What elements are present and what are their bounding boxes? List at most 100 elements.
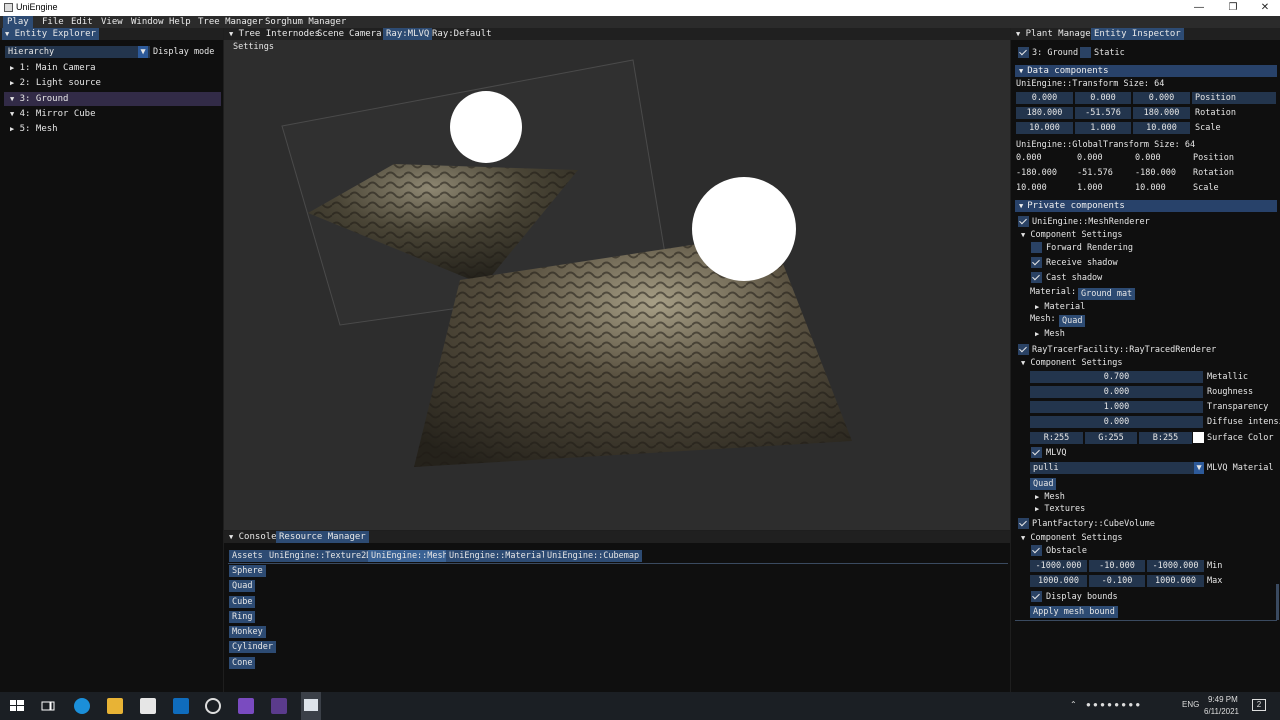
transform-position-x[interactable]: 0.000 [1016,92,1073,104]
transform-scale-x[interactable]: 10.000 [1016,122,1073,134]
bounds-max-z[interactable]: 1000.000 [1147,575,1204,587]
menu-window[interactable]: Window [127,16,168,28]
asset-ring[interactable]: Ring [229,611,256,623]
entity-enabled-checkbox[interactable] [1018,47,1029,58]
hierarchy-item-main-camera[interactable]: ▶ 1: Main Camera [0,61,221,75]
subtab-assets[interactable]: Assets [229,550,266,562]
bounds-max-y[interactable]: -0.100 [1089,575,1145,587]
app-window-icon[interactable] [271,698,287,714]
task-view-icon[interactable] [40,698,56,714]
cube-volume-enabled-checkbox[interactable] [1018,518,1029,529]
data-components-header[interactable]: ▼ Data components [1015,65,1277,77]
outlook-icon[interactable] [173,698,189,714]
bounds-min-z[interactable]: -1000.000 [1147,560,1204,572]
menu-edit[interactable]: Edit [67,16,97,28]
subtab-cubemap[interactable]: UniEngine::Cubemap [544,550,643,562]
ray-traced-settings[interactable]: ▼ Component Settings [1021,357,1122,369]
cube-volume-settings[interactable]: ▼ Component Settings [1021,532,1122,544]
visual-studio-icon[interactable] [238,698,254,714]
forward-rendering-checkbox[interactable] [1031,242,1042,253]
asset-cube[interactable]: Cube [229,596,256,608]
scrollbar[interactable] [1276,584,1279,620]
menu-view[interactable]: View [97,16,127,28]
asset-monkey[interactable]: Monkey [229,626,266,638]
subtab-texture2d[interactable]: UniEngine::Texture2D [266,550,375,562]
material-slot-button[interactable]: Ground mat [1078,288,1136,300]
material-tree[interactable]: ▶ Material [1035,301,1085,313]
clock-date[interactable]: 6/11/2021 [1204,707,1239,716]
tab-plant-manager[interactable]: ▼ Plant Manager [1013,28,1099,40]
transform-scale-z[interactable]: 10.000 [1133,122,1190,134]
menu-help[interactable]: Help [165,16,195,28]
hierarchy-item-mesh[interactable]: ▶ 5: Mesh [0,122,221,136]
obs-icon[interactable] [205,698,221,714]
mlvq-material-select[interactable]: pulli ▼ [1030,462,1204,474]
tab-ray-mlvq[interactable]: Ray:MLVQ [383,28,433,40]
subtab-material[interactable]: UniEngine::Material [446,550,550,562]
collapse-icon[interactable]: ▼ [5,30,9,38]
display-mode-select[interactable]: Hierarchy ▼ [5,46,150,58]
tab-ray-default[interactable]: Ray:Default [429,28,495,40]
asset-quad[interactable]: Quad [229,580,256,592]
asset-cylinder[interactable]: Cylinder [229,641,276,653]
clock-time[interactable]: 9:49 PM [1208,695,1238,704]
menu-sorghum-manager[interactable]: Sorghum Manager [261,16,350,28]
viewport-settings-menu[interactable]: Settings [233,41,274,53]
collapse-icon[interactable]: ▼ [1016,30,1020,38]
tab-scene[interactable]: Scene [314,28,347,40]
apply-mesh-bound-button[interactable]: Apply mesh bound [1030,606,1118,618]
tab-camera[interactable]: Camera [346,28,385,40]
cast-shadow-checkbox[interactable] [1031,272,1042,283]
transform-rotation-z[interactable]: 180.000 [1133,107,1190,119]
tray-chevron-icon[interactable]: ⌃ [1070,700,1077,709]
ray-traced-enabled-checkbox[interactable] [1018,344,1029,355]
file-explorer-icon[interactable] [107,698,123,714]
static-checkbox[interactable] [1080,47,1091,58]
color-g-field[interactable]: G:255 [1085,432,1137,444]
tray-app-icons[interactable]: ● ● ● ● ● ● ● ● [1086,700,1140,709]
color-r-field[interactable]: R:255 [1030,432,1083,444]
ray-traced-mesh-button[interactable]: Quad [1030,478,1057,490]
language-indicator[interactable]: ENG [1182,700,1199,709]
restore-button[interactable]: ❐ [1216,0,1250,16]
diffuse-intensity-slider[interactable]: 0.000 [1030,416,1203,428]
minimize-button[interactable]: — [1182,0,1216,16]
edge-browser-icon[interactable] [74,698,90,714]
obstacle-checkbox[interactable] [1031,545,1042,556]
bounds-min-y[interactable]: -10.000 [1089,560,1145,572]
collapse-icon[interactable]: ▼ [229,30,233,38]
close-button[interactable]: ✕ [1248,0,1280,16]
color-b-field[interactable]: B:255 [1139,432,1192,444]
store-icon[interactable] [140,698,156,714]
tab-tree-internodes[interactable]: ▼ Tree Internodes [226,28,323,40]
windows-start-icon[interactable] [9,698,25,714]
subtab-mesh[interactable]: UniEngine::Mesh [368,550,451,562]
bounds-min-x[interactable]: -1000.000 [1030,560,1087,572]
render-viewport[interactable]: Settings [224,40,1010,530]
notification-center-icon[interactable]: 2 [1252,699,1266,711]
mesh-tree[interactable]: ▶ Mesh [1035,328,1065,340]
transform-scale-y[interactable]: 1.000 [1075,122,1131,134]
hierarchy-item-mirror-cube[interactable]: ▼ 4: Mirror Cube [0,107,221,121]
transform-rotation-y[interactable]: -51.576 [1075,107,1131,119]
tab-entity-inspector[interactable]: Entity Inspector [1091,28,1184,40]
asset-sphere[interactable]: Sphere [229,565,266,577]
receive-shadow-checkbox[interactable] [1031,257,1042,268]
color-swatch[interactable] [1193,432,1204,443]
display-bounds-checkbox[interactable] [1031,591,1042,602]
tab-entity-explorer[interactable]: ▼ Entity Explorer [2,28,99,40]
hierarchy-item-ground[interactable]: ▼ 3: Ground [4,92,221,106]
transform-position-label[interactable]: Position [1192,92,1276,104]
mesh-renderer-settings[interactable]: ▼ Component Settings [1021,229,1122,241]
mesh-slot-button[interactable]: Quad [1059,315,1086,327]
asset-cone[interactable]: Cone [229,657,256,669]
bounds-max-x[interactable]: 1000.000 [1030,575,1087,587]
uniengine-taskbar-icon[interactable] [301,692,321,720]
tab-resource-manager[interactable]: Resource Manager [276,531,369,543]
mlvq-checkbox[interactable] [1031,447,1042,458]
transform-position-y[interactable]: 0.000 [1075,92,1131,104]
roughness-slider[interactable]: 0.000 [1030,386,1203,398]
hierarchy-item-light-source[interactable]: ▶ 2: Light source [0,76,221,90]
tab-console[interactable]: ▼ Console [226,531,280,543]
menu-play[interactable]: Play [3,16,33,28]
